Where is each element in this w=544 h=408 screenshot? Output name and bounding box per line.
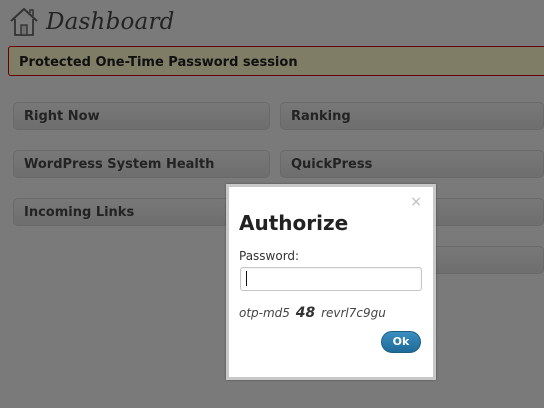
otp-seed: revrl7c9gu — [321, 306, 386, 320]
authorize-dialog: × Authorize Password: otp-md5 48 revrl7c… — [226, 184, 436, 380]
otp-sequence: 48 — [295, 305, 316, 321]
ok-button[interactable]: Ok — [381, 331, 421, 353]
password-label: Password: — [239, 249, 300, 263]
otp-prefix: otp-md5 — [239, 306, 290, 320]
password-input[interactable] — [240, 267, 422, 291]
dialog-title: Authorize — [239, 211, 349, 235]
text-caret — [246, 271, 247, 286]
close-icon[interactable]: × — [410, 195, 422, 209]
otp-challenge: otp-md5 48 revrl7c9gu — [239, 305, 386, 321]
